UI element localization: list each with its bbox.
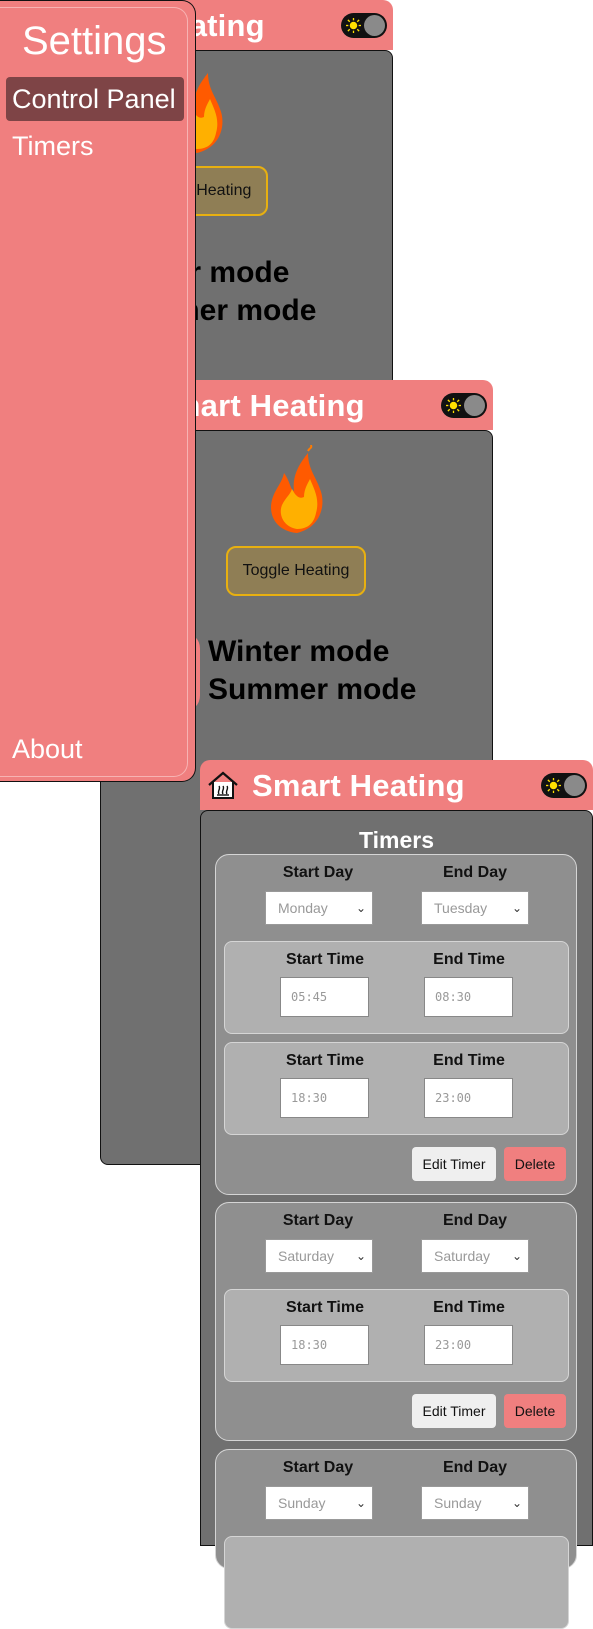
end-day-value: Tuesday <box>434 900 488 916</box>
start-time-input[interactable]: 18:30 <box>280 1078 369 1118</box>
chevron-down-icon: ⌄ <box>355 1496 366 1510</box>
end-day-label: End Day <box>442 1459 507 1476</box>
time-range: Start Time End Time 18:30 23:00 <box>224 1042 569 1135</box>
timer-card: Start Day End Day Sunday ⌄ Sunday ⌄ <box>215 1449 577 1629</box>
end-time-label: End Time <box>433 1299 505 1316</box>
flame-icon <box>271 445 323 533</box>
start-time-input[interactable]: 18:30 <box>280 1325 369 1365</box>
start-time-label: Start Time <box>286 1299 364 1316</box>
end-time-label: End Time <box>433 951 505 968</box>
chevron-down-icon: ⌄ <box>511 1249 522 1263</box>
end-day-select[interactable]: Tuesday ⌄ <box>421 891 529 925</box>
start-day-value: Monday <box>278 900 328 916</box>
sidebar-item-control-panel[interactable]: Control Panel <box>12 84 176 115</box>
sidebar-inner <box>0 7 188 777</box>
timer-card: Start Day End Day Monday ⌄ Tuesday ⌄ Sta… <box>215 854 577 1195</box>
chevron-down-icon: ⌄ <box>355 901 366 915</box>
sidebar-title: Settings <box>22 19 167 63</box>
sidebar-item-timers[interactable]: Timers <box>12 131 94 162</box>
delete-timer-button[interactable]: Delete <box>504 1147 566 1181</box>
edit-timer-button[interactable]: Edit Timer <box>412 1147 496 1181</box>
end-day-value: Saturday <box>434 1248 491 1264</box>
theme-toggle-knob <box>464 395 485 416</box>
app-header: Smart Heating <box>200 760 593 810</box>
chevron-down-icon: ⌄ <box>355 1249 366 1263</box>
delete-timer-button[interactable]: Delete <box>504 1394 566 1428</box>
chevron-down-icon: ⌄ <box>511 901 522 915</box>
end-time-input[interactable]: 08:30 <box>424 977 513 1017</box>
start-day-select[interactable]: Sunday ⌄ <box>265 1486 373 1520</box>
settings-sidebar: Settings Control Panel Timers About <box>0 0 196 782</box>
start-day-select[interactable]: Monday ⌄ <box>265 891 373 925</box>
start-day-label: Start Day <box>282 1459 354 1476</box>
edit-timer-button[interactable]: Edit Timer <box>412 1394 496 1428</box>
theme-toggle-knob <box>564 775 585 796</box>
theme-toggle[interactable] <box>341 13 387 38</box>
start-day-value: Sunday <box>278 1495 326 1511</box>
sun-icon <box>446 398 461 413</box>
start-day-label: Start Day <box>282 1212 354 1229</box>
timer-card: Start Day End Day Saturday ⌄ Saturday ⌄ … <box>215 1202 577 1441</box>
start-day-value: Saturday <box>278 1248 335 1264</box>
theme-toggle[interactable] <box>441 393 487 418</box>
end-time-label: End Time <box>433 1052 505 1069</box>
time-range: Start Time End Time 05:45 08:30 <box>224 941 569 1034</box>
end-day-select[interactable]: Sunday ⌄ <box>421 1486 529 1520</box>
app-title: Smart Heating <box>252 768 465 803</box>
end-day-value: Sunday <box>434 1495 482 1511</box>
end-day-label: End Day <box>442 864 507 881</box>
sun-icon <box>546 778 561 793</box>
time-range <box>224 1536 569 1629</box>
start-time-input[interactable]: 05:45 <box>280 977 369 1017</box>
sun-icon <box>346 18 361 33</box>
end-time-input[interactable]: 23:00 <box>424 1325 513 1365</box>
theme-toggle-knob <box>364 15 385 36</box>
mode-winter-label: Winter mode <box>208 635 390 668</box>
end-day-select[interactable]: Saturday ⌄ <box>421 1239 529 1273</box>
sidebar-item-about[interactable]: About <box>12 734 83 765</box>
end-day-label: End Day <box>442 1212 507 1229</box>
timers-heading: Timers <box>358 827 434 853</box>
theme-toggle[interactable] <box>541 773 587 798</box>
home-icon[interactable] <box>206 770 240 800</box>
chevron-down-icon: ⌄ <box>511 1496 522 1510</box>
screen-timers: Smart Heating Timers Start Day End Day M… <box>200 760 593 1629</box>
timers-panel: Timers Start Day End Day Monday ⌄ Tuesda… <box>200 810 593 1629</box>
start-time-label: Start Time <box>286 1052 364 1069</box>
start-day-select[interactable]: Saturday ⌄ <box>265 1239 373 1273</box>
toggle-heating-button[interactable]: Toggle Heating <box>226 546 366 596</box>
start-day-label: Start Day <box>282 864 354 881</box>
mode-summer-label: Summer mode <box>208 673 417 706</box>
end-time-input[interactable]: 23:00 <box>424 1078 513 1118</box>
time-range: Start Time End Time 18:30 23:00 <box>224 1289 569 1382</box>
start-time-label: Start Time <box>286 951 364 968</box>
